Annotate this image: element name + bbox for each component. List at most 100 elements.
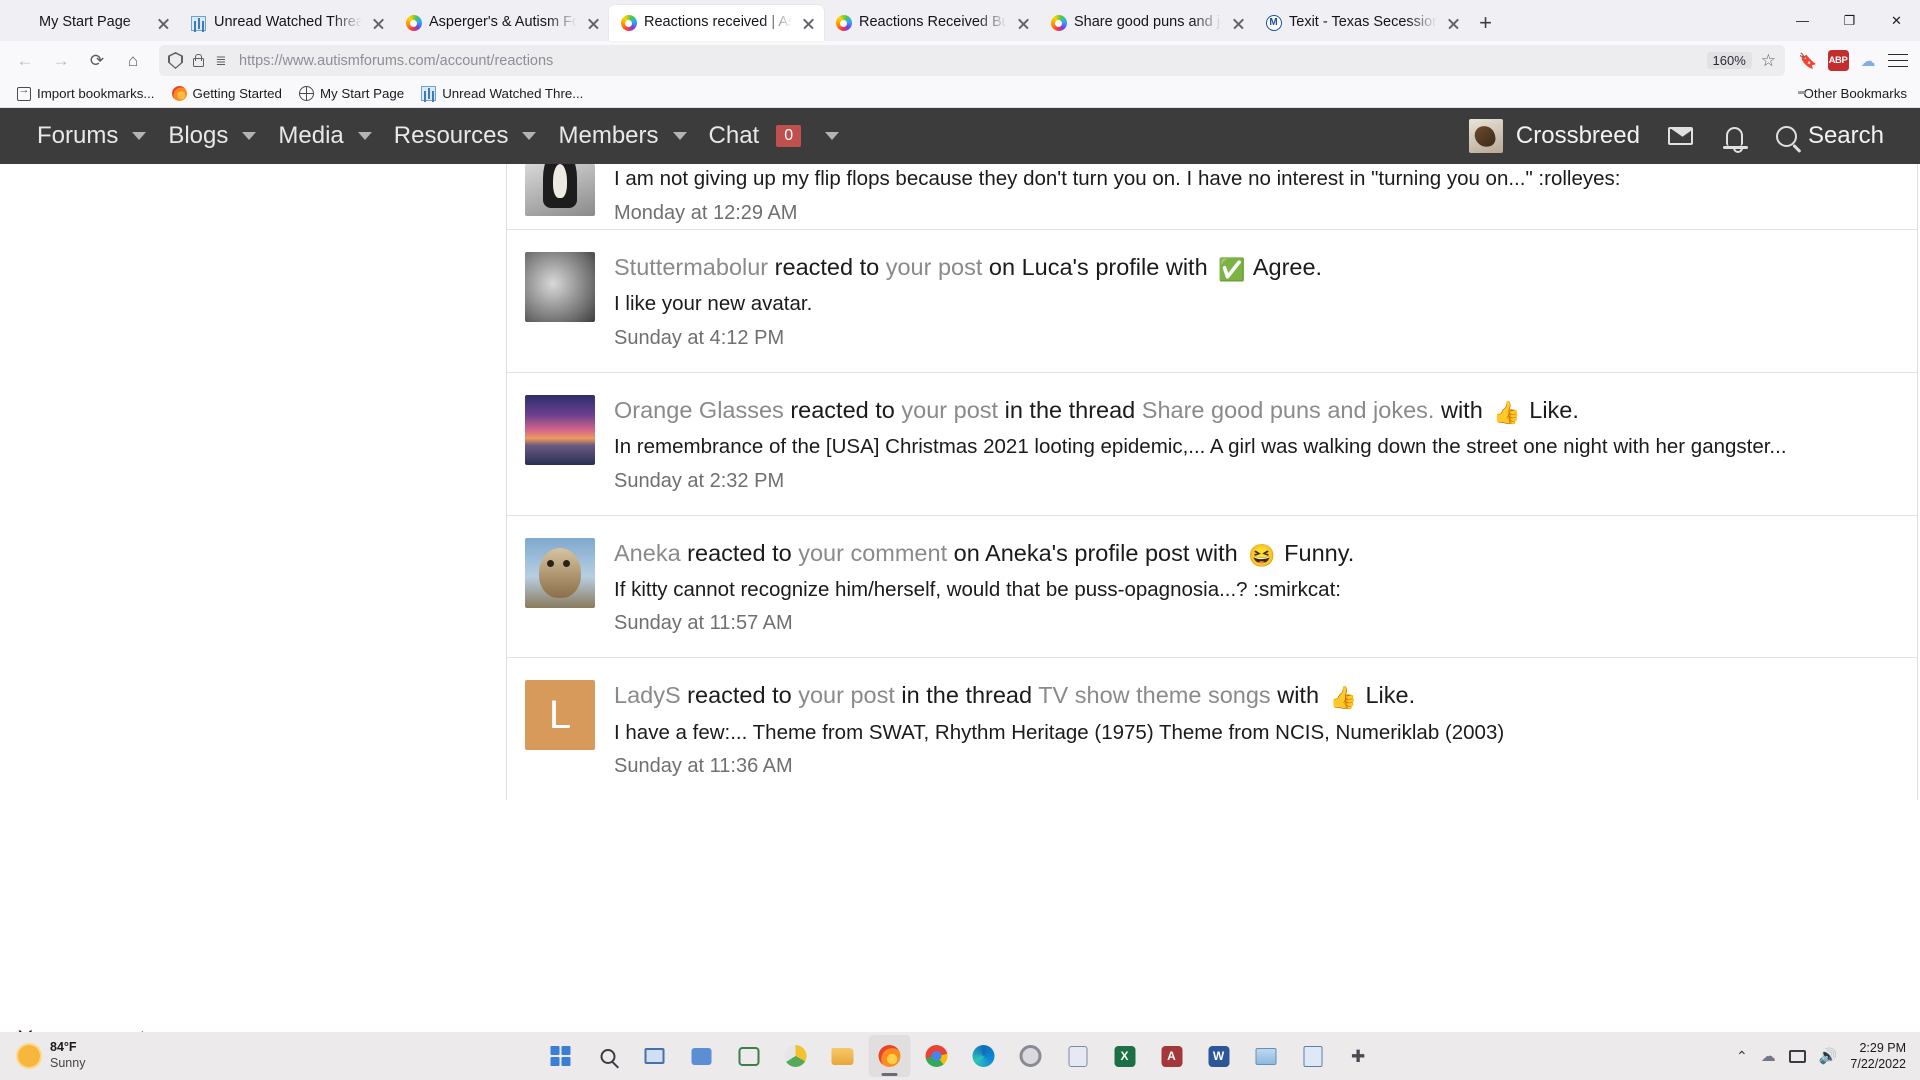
task-view-button[interactable] bbox=[634, 1035, 676, 1077]
reaction-actor[interactable]: Aneka bbox=[614, 540, 681, 566]
maximize-button[interactable]: ❐ bbox=[1826, 0, 1873, 41]
bookmark-my-start-page[interactable]: My Start Page bbox=[292, 83, 411, 104]
other-bookmarks-folder[interactable]: Other Bookmarks bbox=[1798, 86, 1911, 101]
chevron-down-icon[interactable] bbox=[522, 132, 537, 140]
chevron-down-icon[interactable] bbox=[132, 132, 147, 140]
minimize-button[interactable]: — bbox=[1779, 0, 1826, 41]
reaction-row[interactable]: Orange Glasses reacted to your post in t… bbox=[507, 373, 1917, 516]
reaction-row[interactable]: Aneka reacted to your comment on Aneka's… bbox=[507, 516, 1917, 659]
chevron-down-icon[interactable] bbox=[672, 132, 687, 140]
forward-button[interactable]: → bbox=[44, 45, 78, 77]
browser-tab-3-active[interactable]: Reactions received | Asperger's bbox=[609, 5, 824, 41]
word-app[interactable]: W bbox=[1198, 1035, 1240, 1077]
settings-app[interactable] bbox=[1010, 1035, 1052, 1077]
nav-item-forums[interactable]: Forums bbox=[26, 108, 157, 164]
nav-item-members[interactable]: Members bbox=[547, 108, 697, 164]
reaction-context[interactable]: Share good puns and jokes. bbox=[1142, 397, 1435, 423]
avatar[interactable] bbox=[525, 394, 595, 465]
widgets-button[interactable] bbox=[681, 1035, 723, 1077]
sync-icon[interactable]: ☁ bbox=[1854, 47, 1882, 75]
lock-icon[interactable] bbox=[192, 54, 204, 67]
reaction-row[interactable]: L LadyS reacted to your post in the thre… bbox=[507, 658, 1917, 800]
reload-button[interactable]: ⟳ bbox=[80, 45, 114, 77]
new-tab-button[interactable]: + bbox=[1469, 6, 1502, 39]
start-button[interactable] bbox=[540, 1035, 582, 1077]
chrome-canary-app[interactable] bbox=[775, 1035, 817, 1077]
back-button[interactable]: ← bbox=[8, 45, 42, 77]
nav-item-media[interactable]: Media bbox=[267, 108, 382, 164]
chevron-down-icon[interactable] bbox=[825, 132, 840, 140]
network-icon[interactable] bbox=[1788, 1049, 1806, 1063]
adblock-icon[interactable]: ABP bbox=[1824, 47, 1852, 75]
reaction-snippet: I am not giving up my flip flops because… bbox=[614, 167, 1621, 190]
avatar[interactable] bbox=[525, 164, 595, 216]
reaction-row[interactable]: Stuttermabolur reacted to your post on L… bbox=[507, 230, 1917, 373]
photos-app[interactable] bbox=[1245, 1035, 1287, 1077]
reaction-context[interactable]: Luca's profile bbox=[1022, 254, 1160, 280]
browser-tab-0[interactable]: My Start Page bbox=[4, 5, 179, 41]
browser-tab-6[interactable]: M Texit - Texas Secession | General bbox=[1254, 5, 1469, 41]
close-window-button[interactable]: ✕ bbox=[1873, 0, 1920, 41]
chevron-down-icon[interactable] bbox=[357, 132, 372, 140]
tab-close-icon[interactable] bbox=[1444, 14, 1463, 33]
browser-tab-4[interactable]: Reactions Received Bug | Asperg bbox=[824, 5, 1039, 41]
chrome-app[interactable] bbox=[916, 1035, 958, 1077]
chevron-down-icon[interactable] bbox=[242, 132, 257, 140]
bookmark-getting-started[interactable]: Getting Started bbox=[165, 83, 289, 104]
nav-item-chat[interactable]: Chat 0 bbox=[698, 108, 851, 164]
firefox-app[interactable] bbox=[868, 1035, 911, 1077]
tab-close-icon[interactable] bbox=[1229, 14, 1248, 33]
weather-widget[interactable]: 84°F Sunny bbox=[0, 1040, 230, 1071]
browser-tab-1[interactable]: Unread Watched Threads | Chris bbox=[179, 5, 394, 41]
nav-item-resources[interactable]: Resources bbox=[383, 108, 548, 164]
menu-icon[interactable] bbox=[1884, 47, 1912, 75]
tab-close-icon[interactable] bbox=[154, 14, 173, 33]
tab-close-icon[interactable] bbox=[799, 14, 818, 33]
browser-tab-2[interactable]: Asperger's & Autism Forum bbox=[394, 5, 609, 41]
camera-app[interactable] bbox=[728, 1035, 770, 1077]
address-bar[interactable]: ≣ https://www.autismforums.com/account/r… bbox=[159, 45, 1785, 76]
reaction-actor[interactable]: Orange Glasses bbox=[614, 397, 784, 423]
volume-icon[interactable]: 🔊 bbox=[1819, 1047, 1838, 1065]
envelope-icon[interactable] bbox=[1658, 108, 1704, 164]
reaction-target[interactable]: your post bbox=[798, 682, 895, 708]
clock[interactable]: 2:29 PM 7/22/2022 bbox=[1850, 1040, 1906, 1073]
reaction-context[interactable]: TV show theme songs bbox=[1038, 682, 1271, 708]
nav-item-blogs[interactable]: Blogs bbox=[157, 108, 267, 164]
reaction-target[interactable]: your post bbox=[901, 397, 998, 423]
file-explorer-app[interactable] bbox=[822, 1035, 864, 1077]
excel-app[interactable]: X bbox=[1104, 1035, 1146, 1077]
permissions-icon[interactable]: ≣ bbox=[212, 47, 230, 75]
cloud-icon[interactable]: ☁ bbox=[1761, 1047, 1776, 1065]
calculator-app[interactable] bbox=[1057, 1035, 1099, 1077]
pinned-extra-app[interactable]: ✚ bbox=[1339, 1035, 1381, 1077]
notes-app[interactable] bbox=[1292, 1035, 1334, 1077]
access-app[interactable]: A bbox=[1151, 1035, 1193, 1077]
tracking-protection-shield-icon[interactable] bbox=[168, 52, 183, 69]
bell-icon[interactable] bbox=[1712, 108, 1758, 164]
account-menu-button[interactable]: Crossbreed bbox=[1459, 119, 1650, 153]
bookmark-star-icon[interactable]: ☆ bbox=[1761, 51, 1776, 71]
reaction-target[interactable]: your comment bbox=[798, 540, 947, 566]
tray-chevron-icon[interactable]: ⌃ bbox=[1736, 1048, 1748, 1065]
browser-tab-5[interactable]: Share good puns and jokes. | Pa bbox=[1039, 5, 1254, 41]
search-button[interactable]: Search bbox=[1766, 122, 1898, 150]
bookmark-import-bookmarks[interactable]: Import bookmarks... bbox=[9, 83, 162, 104]
avatar[interactable] bbox=[525, 252, 595, 322]
reaction-context[interactable]: Aneka's profile post bbox=[985, 540, 1189, 566]
reaction-actor[interactable]: LadyS bbox=[614, 682, 681, 708]
reaction-row[interactable]: I am not giving up my flip flops because… bbox=[507, 164, 1917, 230]
reaction-target[interactable]: your post bbox=[886, 254, 983, 280]
tab-close-icon[interactable] bbox=[1014, 14, 1033, 33]
home-button[interactable]: ⌂ bbox=[116, 45, 150, 77]
pocket-icon[interactable]: 🔖 bbox=[1794, 47, 1822, 75]
avatar[interactable] bbox=[525, 537, 595, 608]
reaction-actor[interactable]: Stuttermabolur bbox=[614, 254, 768, 280]
avatar[interactable]: L bbox=[525, 680, 595, 751]
zoom-level-indicator[interactable]: 160% bbox=[1706, 52, 1752, 69]
search-button[interactable] bbox=[587, 1035, 629, 1077]
tab-close-icon[interactable] bbox=[584, 14, 603, 33]
edge-app[interactable] bbox=[963, 1035, 1005, 1077]
tab-close-icon[interactable] bbox=[369, 14, 388, 33]
bookmark-unread-watched-threads[interactable]: Unread Watched Thre... bbox=[414, 83, 590, 104]
